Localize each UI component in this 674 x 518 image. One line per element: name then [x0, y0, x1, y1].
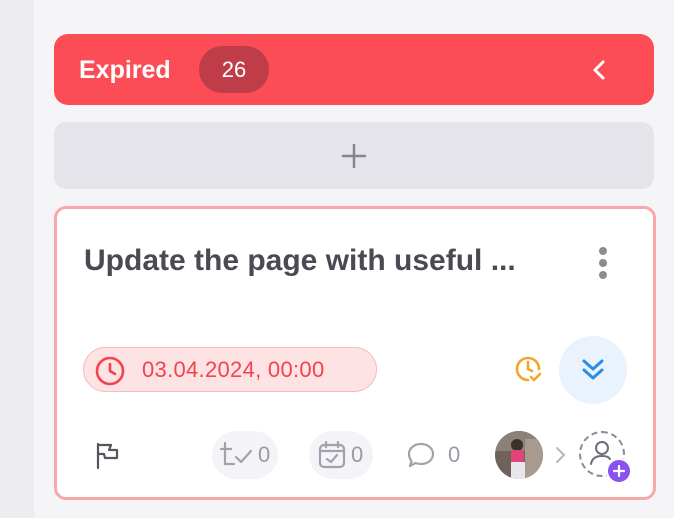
task-card[interactable]: Update the page with useful ... 03.04.20…: [54, 206, 656, 500]
add-task-button[interactable]: [54, 122, 654, 189]
plus-badge-icon: [606, 458, 632, 484]
plus-icon: [341, 143, 367, 168]
time-tracking-icon[interactable]: [512, 353, 544, 385]
avatar-photo: [495, 431, 543, 479]
flag-icon[interactable]: [93, 440, 123, 470]
due-date-badge[interactable]: 03.04.2024, 00:00: [83, 347, 377, 392]
more-options-button[interactable]: [591, 243, 615, 283]
checklist-count: 0: [258, 442, 271, 467]
clock-icon: [95, 356, 125, 386]
avatar[interactable]: [495, 431, 543, 479]
chevron-left-icon: [593, 60, 605, 80]
collapse-column-button[interactable]: [580, 48, 620, 92]
comment-icon: [407, 442, 435, 468]
subtasks-count: 0: [351, 442, 364, 467]
calendar-check-icon: [318, 440, 346, 469]
more-vertical-icon: [599, 247, 607, 279]
double-chevron-down-icon: [582, 359, 604, 380]
chevron-right-icon: [556, 447, 565, 463]
task-count-badge: 26: [199, 46, 269, 93]
due-date-text: 03.04.2024, 00:00: [142, 357, 325, 382]
subtasks-counter[interactable]: 0: [309, 431, 373, 479]
task-title[interactable]: Update the page with useful ...: [84, 243, 554, 279]
expand-card-button[interactable]: [559, 336, 627, 404]
comments-counter[interactable]: 0: [404, 431, 470, 479]
checklist-counter[interactable]: 0: [212, 431, 278, 479]
comments-count: 0: [448, 442, 461, 467]
column-header: Expired 26: [54, 34, 654, 105]
checklist-icon: [220, 441, 253, 466]
column-title: Expired: [79, 56, 171, 84]
